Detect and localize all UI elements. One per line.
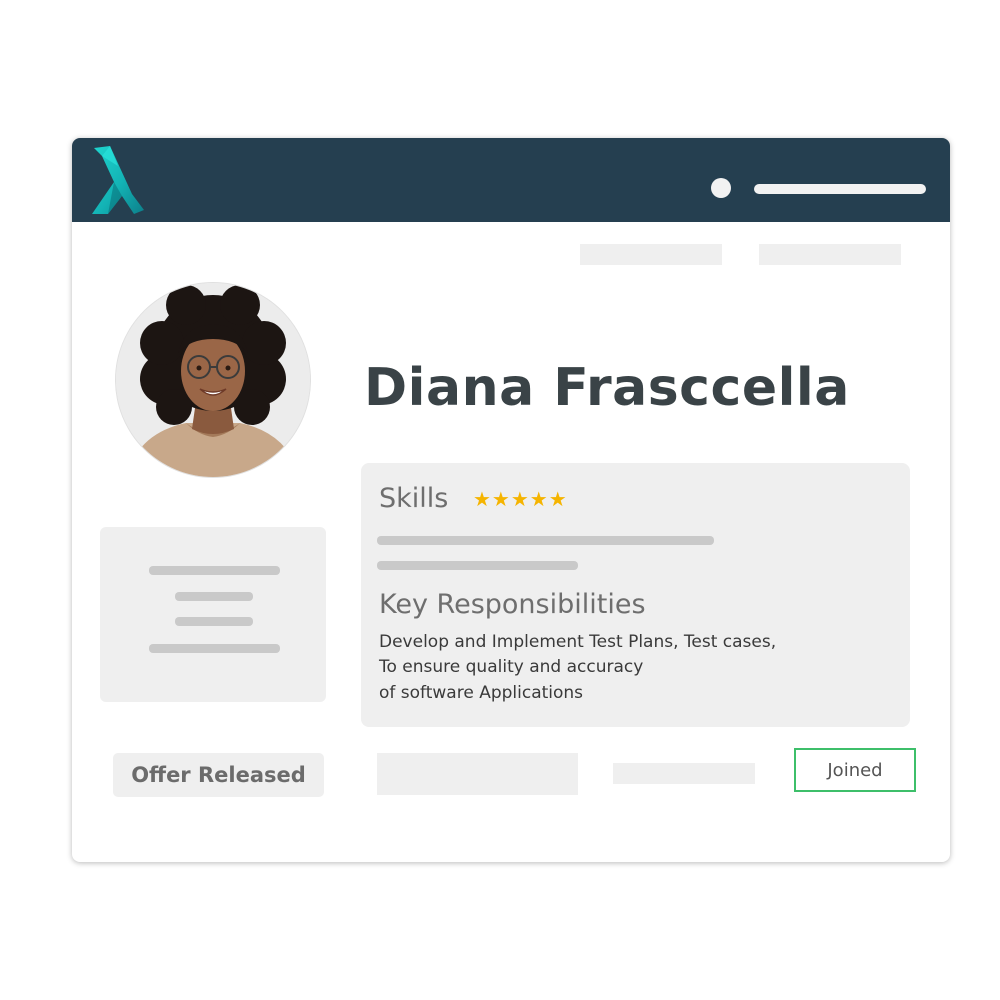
joined-status-button[interactable]: Joined bbox=[794, 748, 916, 792]
lambda-logo-icon bbox=[92, 146, 144, 214]
responsibilities-title: Key Responsibilities bbox=[379, 589, 646, 620]
avatar bbox=[116, 283, 310, 477]
skill-placeholder-bar bbox=[377, 536, 714, 545]
offer-released-button[interactable]: Offer Released bbox=[113, 753, 324, 797]
info-placeholder-bar bbox=[175, 592, 253, 601]
details-card: Skills ★★★★★ Key Responsibilities Develo… bbox=[361, 463, 910, 727]
info-placeholder-bar bbox=[175, 617, 253, 626]
info-placeholder-bar bbox=[149, 566, 280, 575]
info-placeholder-bar bbox=[149, 644, 280, 653]
placeholder-tab[interactable] bbox=[759, 244, 901, 265]
skill-placeholder-bar bbox=[377, 561, 578, 570]
info-placeholder-card bbox=[100, 527, 326, 702]
responsibility-line: of software Applications bbox=[379, 683, 584, 703]
skills-title: Skills bbox=[379, 483, 449, 514]
rating-stars-icon: ★★★★★ bbox=[473, 487, 568, 511]
profile-name: Diana Frasccella bbox=[364, 358, 850, 418]
top-bar bbox=[72, 138, 950, 222]
placeholder-tab[interactable] bbox=[580, 244, 722, 265]
header-placeholder-bar bbox=[754, 184, 926, 194]
profile-photo bbox=[116, 283, 310, 477]
status-placeholder-bar bbox=[613, 763, 755, 784]
status-placeholder-button[interactable] bbox=[377, 753, 578, 795]
responsibility-line: Develop and Implement Test Plans, Test c… bbox=[379, 632, 777, 652]
status-dot-icon bbox=[711, 178, 731, 198]
responsibility-line: To ensure quality and accuracy bbox=[379, 657, 644, 677]
app-window: Diana Frasccella Skills ★★★★★ Key Respon… bbox=[72, 138, 950, 862]
